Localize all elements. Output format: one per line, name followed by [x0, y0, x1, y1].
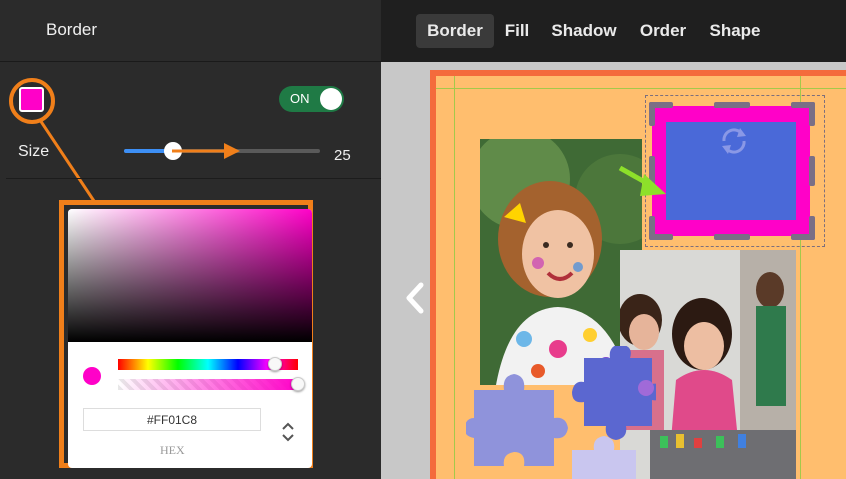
album-page[interactable]: [430, 70, 846, 479]
hue-slider-thumb[interactable]: [267, 357, 282, 371]
tab-shadow[interactable]: Shadow: [549, 14, 619, 48]
resize-handle[interactable]: [649, 234, 673, 240]
saturation-value-area[interactable]: [68, 209, 312, 342]
resize-handle[interactable]: [714, 234, 750, 240]
tab-shape[interactable]: Shape: [706, 14, 764, 48]
color-picker: HEX: [68, 209, 312, 468]
rotate-icon[interactable]: [716, 124, 752, 158]
color-picker-highlight: HEX: [59, 200, 313, 468]
guide-line: [454, 76, 455, 479]
resize-handle[interactable]: [809, 156, 815, 186]
chevron-up-down-icon[interactable]: [280, 419, 296, 445]
resize-handle[interactable]: [649, 102, 673, 108]
tab-border[interactable]: Border: [416, 14, 494, 48]
resize-handle[interactable]: [809, 216, 815, 240]
annotation-connector-line: [38, 119, 98, 205]
tab-fill[interactable]: Fill: [500, 14, 534, 48]
hex-mode-label: HEX: [160, 443, 185, 457]
color-preview: [83, 367, 101, 385]
alpha-slider[interactable]: [118, 377, 305, 391]
panel-title: Border: [46, 20, 98, 39]
tab-order[interactable]: Order: [635, 14, 691, 48]
puzzle-pieces-image: [466, 346, 656, 479]
canvas-area: [381, 62, 846, 479]
border-settings-panel: Border ON Size 25 HEX: [0, 0, 381, 479]
shape-frame[interactable]: [652, 106, 810, 236]
panel-divider: [6, 178, 381, 179]
resize-handle[interactable]: [809, 102, 815, 126]
border-color-swatch[interactable]: [19, 87, 44, 112]
alpha-slider-thumb[interactable]: [291, 377, 305, 391]
resize-handle[interactable]: [714, 102, 750, 108]
toolbar: Border Fill Shadow Order Shape: [381, 0, 846, 62]
border-toggle[interactable]: ON: [279, 86, 344, 112]
annotation-pointer-arrow-icon: [618, 166, 666, 196]
shape-frame-fill[interactable]: [666, 122, 796, 220]
toggle-knob: [320, 88, 342, 110]
hex-input[interactable]: [83, 408, 261, 431]
toggle-label: ON: [290, 91, 310, 106]
chevron-left-icon[interactable]: [403, 280, 429, 316]
guide-line: [436, 88, 846, 89]
hue-slider[interactable]: [118, 357, 298, 371]
size-value: 25: [334, 147, 351, 164]
annotation-arrow-icon: [172, 143, 240, 159]
panel-header: Border: [0, 0, 381, 62]
